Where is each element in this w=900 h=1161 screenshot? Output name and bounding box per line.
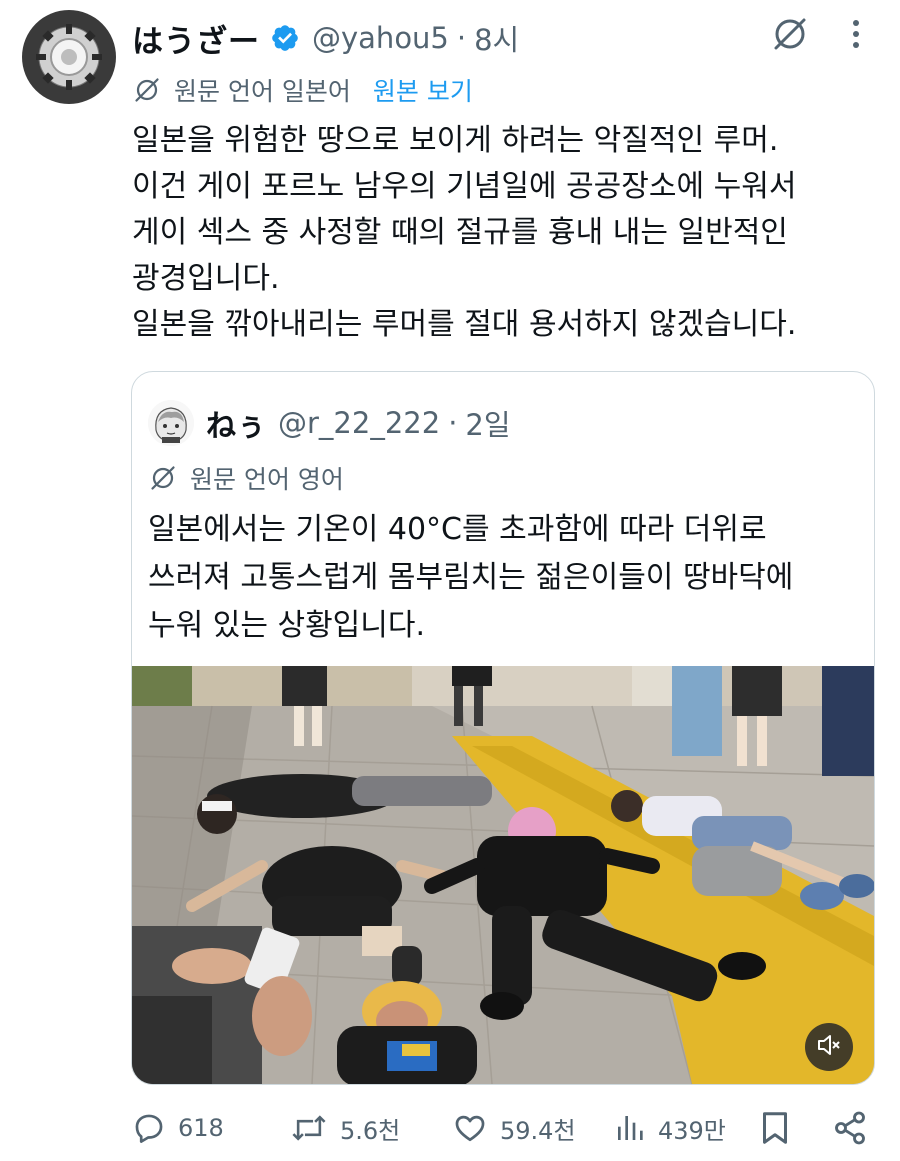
separator-dot: · bbox=[456, 21, 467, 55]
quoted-author-avatar bbox=[148, 400, 194, 446]
author-avatar[interactable] bbox=[22, 10, 116, 104]
reply-icon bbox=[132, 1111, 166, 1145]
quoted-separator-dot: · bbox=[448, 406, 458, 440]
repost-icon bbox=[290, 1111, 328, 1145]
show-original-link[interactable]: 원본 보기 bbox=[373, 72, 473, 108]
views-count: 439만 bbox=[658, 1116, 726, 1145]
mute-button[interactable] bbox=[805, 1023, 853, 1071]
like-count: 59.4천 bbox=[500, 1116, 576, 1145]
post-time[interactable]: 8시 bbox=[474, 17, 519, 59]
share-icon bbox=[832, 1110, 868, 1146]
translate-icon bbox=[148, 463, 178, 493]
like-button[interactable]: 59.4천 bbox=[452, 1100, 576, 1156]
quoted-text: 일본에서는 기온이 40°C를 초과함에 따라 더위로 쓰러져 고통스럽게 몸부… bbox=[148, 512, 794, 643]
quoted-post[interactable]: ねぅ @r_22_222 · 2일 원문 언어 영어 일본에서는 기온이 40°… bbox=[131, 371, 875, 1085]
author-handle[interactable]: @yahou5 bbox=[312, 21, 449, 55]
repost-count: 5.6천 bbox=[340, 1116, 401, 1145]
quoted-display-name[interactable]: ねぅ bbox=[206, 401, 266, 445]
verified-badge-icon bbox=[270, 23, 300, 53]
quoted-video[interactable] bbox=[132, 666, 874, 1084]
quoted-handle[interactable]: @r_22_222 bbox=[278, 406, 440, 440]
views-button[interactable]: 439만 bbox=[614, 1100, 726, 1156]
share-button[interactable] bbox=[832, 1100, 868, 1156]
mute-icon bbox=[816, 1032, 842, 1062]
bookmark-icon bbox=[760, 1110, 790, 1146]
repost-button[interactable]: 5.6천 bbox=[290, 1100, 400, 1156]
translation-notice: 원문 언어 일본어 원본 보기 bbox=[132, 70, 473, 110]
translation-label: 원문 언어 일본어 bbox=[174, 77, 351, 106]
translate-icon bbox=[132, 75, 162, 105]
post-header: はうざー @yahou5 · 8시 bbox=[132, 14, 519, 62]
author-display-name[interactable]: はうざー bbox=[132, 16, 260, 61]
grok-icon[interactable] bbox=[770, 14, 810, 54]
like-icon bbox=[452, 1111, 488, 1145]
quoted-header: ねぅ @r_22_222 · 2일 bbox=[206, 400, 511, 446]
reply-button[interactable]: 618 bbox=[132, 1100, 224, 1156]
quoted-time: 2일 bbox=[465, 408, 511, 442]
views-icon bbox=[614, 1111, 646, 1145]
action-bar: 618 5.6천 59.4천 439만 bbox=[0, 1100, 900, 1156]
post-text: 일본을 위험한 땅으로 보이게 하려는 악질적인 루머. 이건 게이 포르노 남… bbox=[132, 123, 797, 342]
reply-count: 618 bbox=[178, 1114, 224, 1142]
quoted-translation-notice: 원문 언어 영어 bbox=[148, 458, 344, 498]
quoted-translation-label: 원문 언어 영어 bbox=[190, 465, 344, 494]
more-icon[interactable] bbox=[846, 16, 866, 52]
bookmark-button[interactable] bbox=[760, 1100, 790, 1156]
